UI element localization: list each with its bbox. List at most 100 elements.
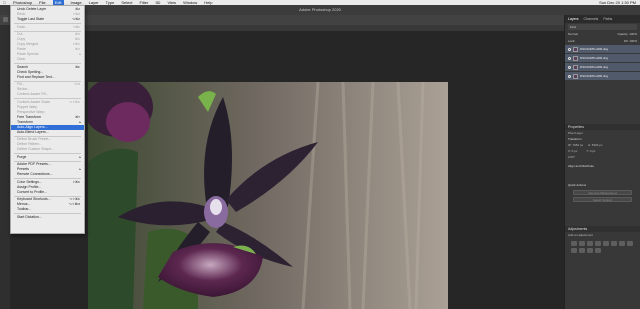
adjustments-panel-title[interactable]: Adjustments <box>565 226 640 232</box>
lock-row: Lock: Fill: 100% <box>568 38 637 44</box>
align-title[interactable]: Align and Distribute <box>568 164 637 169</box>
layer-name: DSC02485-HDR.dng <box>580 56 609 60</box>
orchid-photo[interactable] <box>88 82 448 309</box>
layer-name: DSC02486-HDR.dng <box>580 47 609 51</box>
menu-item-label: Toolbar... <box>17 207 32 211</box>
menu-item-define-custom-shape[interactable]: Define Custom Shape... <box>11 147 84 152</box>
toolbox[interactable] <box>0 25 10 309</box>
remove-background-button[interactable]: Remove Background <box>573 190 632 195</box>
curves-icon[interactable] <box>587 241 593 246</box>
menu-item-label: Copy Merged <box>17 42 39 46</box>
visibility-eye-icon[interactable] <box>568 74 571 78</box>
layer-row[interactable]: DSC02484-HDR.dng <box>565 63 640 71</box>
menu-item-label: Auto-Blend Layers... <box>17 129 49 134</box>
edit-menu-dropdown: Undo Delete Layer ⌘Z Redo ⇧⌘Z Toggle Last St… <box>10 5 85 234</box>
y-value[interactable]: Y: 0 px <box>586 149 595 153</box>
opacity-control[interactable]: Opacity: 100% <box>617 31 637 37</box>
menu-separator <box>14 160 81 161</box>
menu-item-auto-blend-layers[interactable]: Auto-Blend Layers... <box>11 130 84 135</box>
menu-item-content-aware-fill[interactable]: Content-Aware Fill... <box>11 92 84 97</box>
menu-separator <box>14 195 81 196</box>
menu-item-toggle-last-state[interactable]: Toggle Last State ⌥⌘Z <box>11 17 84 22</box>
menu-item-toolbar[interactable]: Toolbar... <box>11 207 84 212</box>
invert-icon[interactable] <box>595 248 601 253</box>
quick-actions-title[interactable]: Quick Actions <box>568 183 637 188</box>
tab-layers[interactable]: Layers <box>568 17 579 21</box>
menu-item-label: Assign Profile... <box>17 184 42 189</box>
height-value[interactable]: H: 5304 px <box>588 143 603 147</box>
menu-item-label: Convert to Profile... <box>17 189 47 194</box>
menu-item-label: Fill... <box>17 82 25 86</box>
layer-row[interactable]: DSC02485-HDR.dng <box>565 54 640 62</box>
visibility-eye-icon[interactable] <box>568 56 571 60</box>
visibility-eye-icon[interactable] <box>568 65 571 69</box>
right-panel-dock: Layers Channels Paths Kind Normal Opacit… <box>564 15 640 309</box>
exposure-icon[interactable] <box>595 241 601 246</box>
tab-channels[interactable]: Channels <box>584 17 599 21</box>
menu-item-start-dictation[interactable]: Start Dictation... <box>11 215 84 220</box>
menu-separator <box>14 178 81 179</box>
move-tool-icon[interactable] <box>3 17 8 22</box>
select-subject-button[interactable]: Select Subject <box>573 197 632 202</box>
menu-item-find-and-replace-text[interactable]: Find and Replace Text... <box>11 75 84 80</box>
menu-item-fade[interactable]: Fade... ⇧⌘F <box>11 25 84 30</box>
menu-item-remote-connections[interactable]: Remote Connections... <box>11 172 84 177</box>
properties-panel-title[interactable]: Properties <box>565 124 640 130</box>
orchid-image <box>88 82 448 309</box>
levels-icon[interactable] <box>579 241 585 246</box>
channel-mixer-icon[interactable] <box>579 248 585 253</box>
tab-paths[interactable]: Paths <box>603 17 612 21</box>
menu-item-label: Transform <box>17 119 33 124</box>
layer-filter-select[interactable]: Kind <box>568 24 637 30</box>
transform-title[interactable]: Transform <box>568 137 637 142</box>
color-lookup-icon[interactable] <box>587 248 593 253</box>
photo-filter-icon[interactable] <box>571 248 577 253</box>
menu-item-label: Define Brush Preset... <box>17 137 52 141</box>
blend-row: Normal Opacity: 100% <box>568 31 637 37</box>
menu-item-label: Remote Connections... <box>17 172 53 176</box>
color-balance-icon[interactable] <box>619 241 625 246</box>
menu-item-label: Purge <box>17 154 27 159</box>
black-white-icon[interactable] <box>627 241 633 246</box>
layer-name: DSC02483-HDR.dng <box>580 74 609 78</box>
menu-item-label: Undo Delete Layer <box>17 7 47 11</box>
menu-separator <box>14 153 81 154</box>
menu-item-clear[interactable]: Clear <box>11 57 84 62</box>
angle-value[interactable]: 0.00° <box>568 155 575 159</box>
x-value[interactable]: X: 0 px <box>568 149 577 153</box>
menu-item-label: Presets <box>17 167 29 171</box>
width-value[interactable]: W: 7952 px <box>568 143 583 147</box>
menu-item-label: Search <box>17 64 29 69</box>
transform-xy: X: 0 px Y: 0 px <box>568 149 637 154</box>
hue-saturation-icon[interactable] <box>611 241 617 246</box>
menu-item-label: Define Custom Shape... <box>17 147 55 151</box>
layer-thumbnail <box>573 55 578 61</box>
menu-item-convert-to-profile[interactable]: Convert to Profile... <box>11 190 84 195</box>
vibrance-icon[interactable] <box>603 241 609 246</box>
menu-item-label: Clear <box>17 57 26 61</box>
layer-name: DSC02484-HDR.dng <box>580 65 609 69</box>
transform-wh: W: 7952 px H: 5304 px <box>568 143 637 148</box>
menu-item-label: Start Dictation... <box>17 214 42 219</box>
layer-thumbnail <box>573 73 578 79</box>
visibility-eye-icon[interactable] <box>568 47 571 51</box>
layer-thumbnail <box>573 64 578 70</box>
menu-item-label: Check Spelling... <box>17 69 44 74</box>
menu-separator <box>14 135 81 136</box>
brightness-icon[interactable] <box>571 241 577 246</box>
layer-row[interactable]: DSC02486-HDR.dng <box>565 45 640 53</box>
menu-item-label: Free Transform <box>17 114 41 119</box>
blend-mode-select[interactable]: Normal <box>568 31 578 37</box>
menu-item-label: Toggle Last State <box>17 17 45 21</box>
menu-item-purge[interactable]: Purge ▸ <box>11 155 84 160</box>
fill-control[interactable]: Fill: 100% <box>624 38 637 44</box>
menu-separator <box>14 30 81 31</box>
menu-separator <box>14 23 81 24</box>
menu-separator <box>14 213 81 214</box>
menu-item-label: Copy <box>17 37 26 41</box>
menu-item-label: Cut <box>17 32 23 36</box>
lock-label: Lock: <box>568 39 576 43</box>
layer-row[interactable]: DSC02483-HDR.dng <box>565 72 640 80</box>
layers-panel-tabs: Layers Channels Paths <box>565 15 640 23</box>
menu-item-label: Paste Special <box>17 52 39 56</box>
